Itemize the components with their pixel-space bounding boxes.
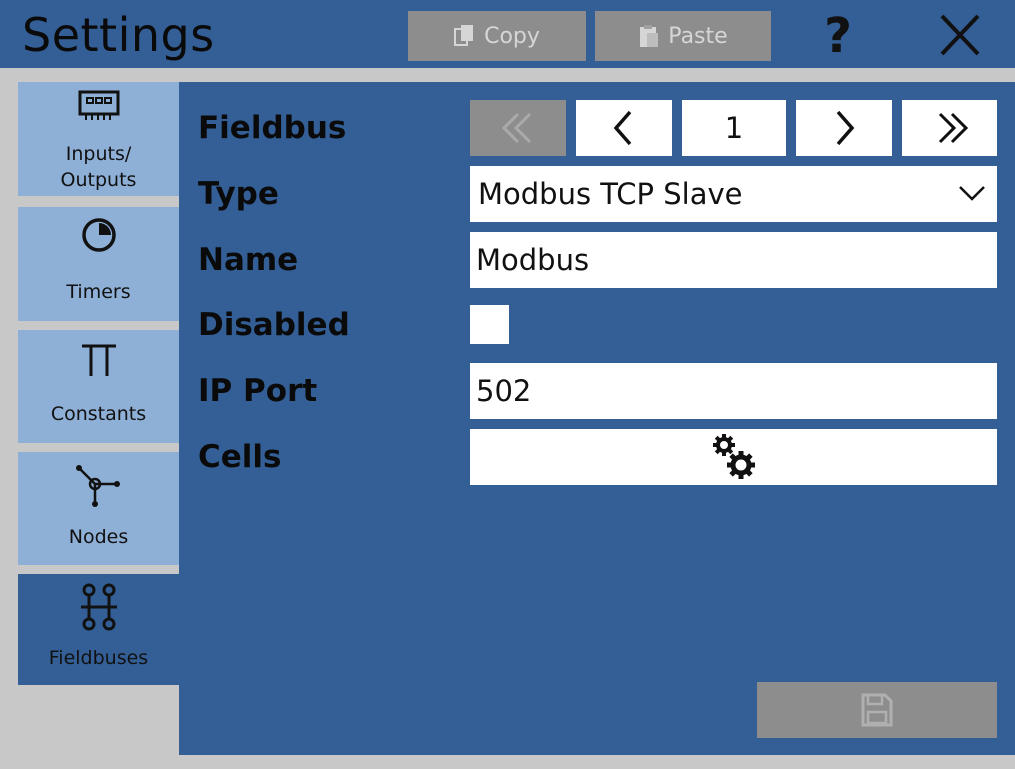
node-icon xyxy=(71,460,127,515)
sidebar-item-constants[interactable]: Constants xyxy=(18,330,179,443)
name-label: Name xyxy=(198,242,299,278)
sidebar-item-fieldbuses[interactable]: Fieldbuses xyxy=(18,574,179,685)
copy-icon xyxy=(454,24,476,48)
type-select[interactable]: Modbus TCP Slave xyxy=(470,166,997,222)
paste-icon xyxy=(638,24,660,48)
paste-label: Paste xyxy=(668,23,728,49)
sidebar-item-label: Fieldbuses xyxy=(48,647,149,669)
save-icon xyxy=(861,693,893,727)
sidebar-item-label: Constants xyxy=(50,403,147,425)
close-icon xyxy=(940,14,980,56)
fieldbus-label: Fieldbus xyxy=(198,110,347,146)
double-chevron-left-icon xyxy=(501,112,532,144)
ip-port-label: IP Port xyxy=(198,373,318,409)
next-fieldbus-button[interactable] xyxy=(796,100,892,156)
sidebar-item-nodes[interactable]: Nodes xyxy=(18,452,179,565)
fieldbus-index: 1 xyxy=(682,100,786,156)
double-chevron-right-icon xyxy=(938,112,968,144)
sidebar-item-label: Inputs/ xyxy=(65,143,132,165)
help-button[interactable]: ? xyxy=(808,8,868,64)
sidebar-item-timers[interactable]: Timers xyxy=(18,207,179,321)
save-button[interactable] xyxy=(757,682,997,738)
disabled-label: Disabled xyxy=(198,307,350,343)
last-fieldbus-button[interactable] xyxy=(902,100,997,156)
pi-icon xyxy=(78,338,120,385)
name-input[interactable]: Modbus xyxy=(470,232,997,288)
previous-fieldbus-button[interactable] xyxy=(576,100,672,156)
title-divider xyxy=(0,68,1015,82)
sidebar-item-label: Timers xyxy=(66,281,131,303)
copy-button[interactable]: Copy xyxy=(408,11,586,61)
page-title: Settings xyxy=(22,8,215,62)
title-bar: Settings Copy Paste ? xyxy=(0,0,1015,68)
type-value: Modbus TCP Slave xyxy=(478,177,743,211)
chevron-down-icon xyxy=(959,186,985,201)
sidebar-item-label: Nodes xyxy=(68,526,129,548)
bottom-divider xyxy=(179,755,1015,769)
close-button[interactable] xyxy=(930,10,990,62)
clock-icon xyxy=(79,215,119,260)
type-label: Type xyxy=(198,176,279,212)
gears-icon xyxy=(712,434,755,479)
ip-port-input[interactable]: 502 xyxy=(470,363,997,419)
cells-label: Cells xyxy=(198,439,282,475)
disabled-checkbox[interactable] xyxy=(470,305,509,344)
sidebar-item-label: Outputs xyxy=(60,169,137,191)
chevron-left-icon xyxy=(613,110,632,146)
cells-button[interactable] xyxy=(470,429,997,485)
sidebar: Inputs/ Outputs Timers Constants Nodes F… xyxy=(18,82,179,769)
chevron-right-icon xyxy=(836,110,855,146)
first-fieldbus-button[interactable] xyxy=(470,100,566,156)
fieldbus-icon xyxy=(77,582,121,637)
copy-label: Copy xyxy=(484,23,540,49)
io-module-icon xyxy=(78,90,120,127)
sidebar-item-inputs-outputs[interactable]: Inputs/ Outputs xyxy=(18,82,179,196)
paste-button[interactable]: Paste xyxy=(595,11,771,61)
